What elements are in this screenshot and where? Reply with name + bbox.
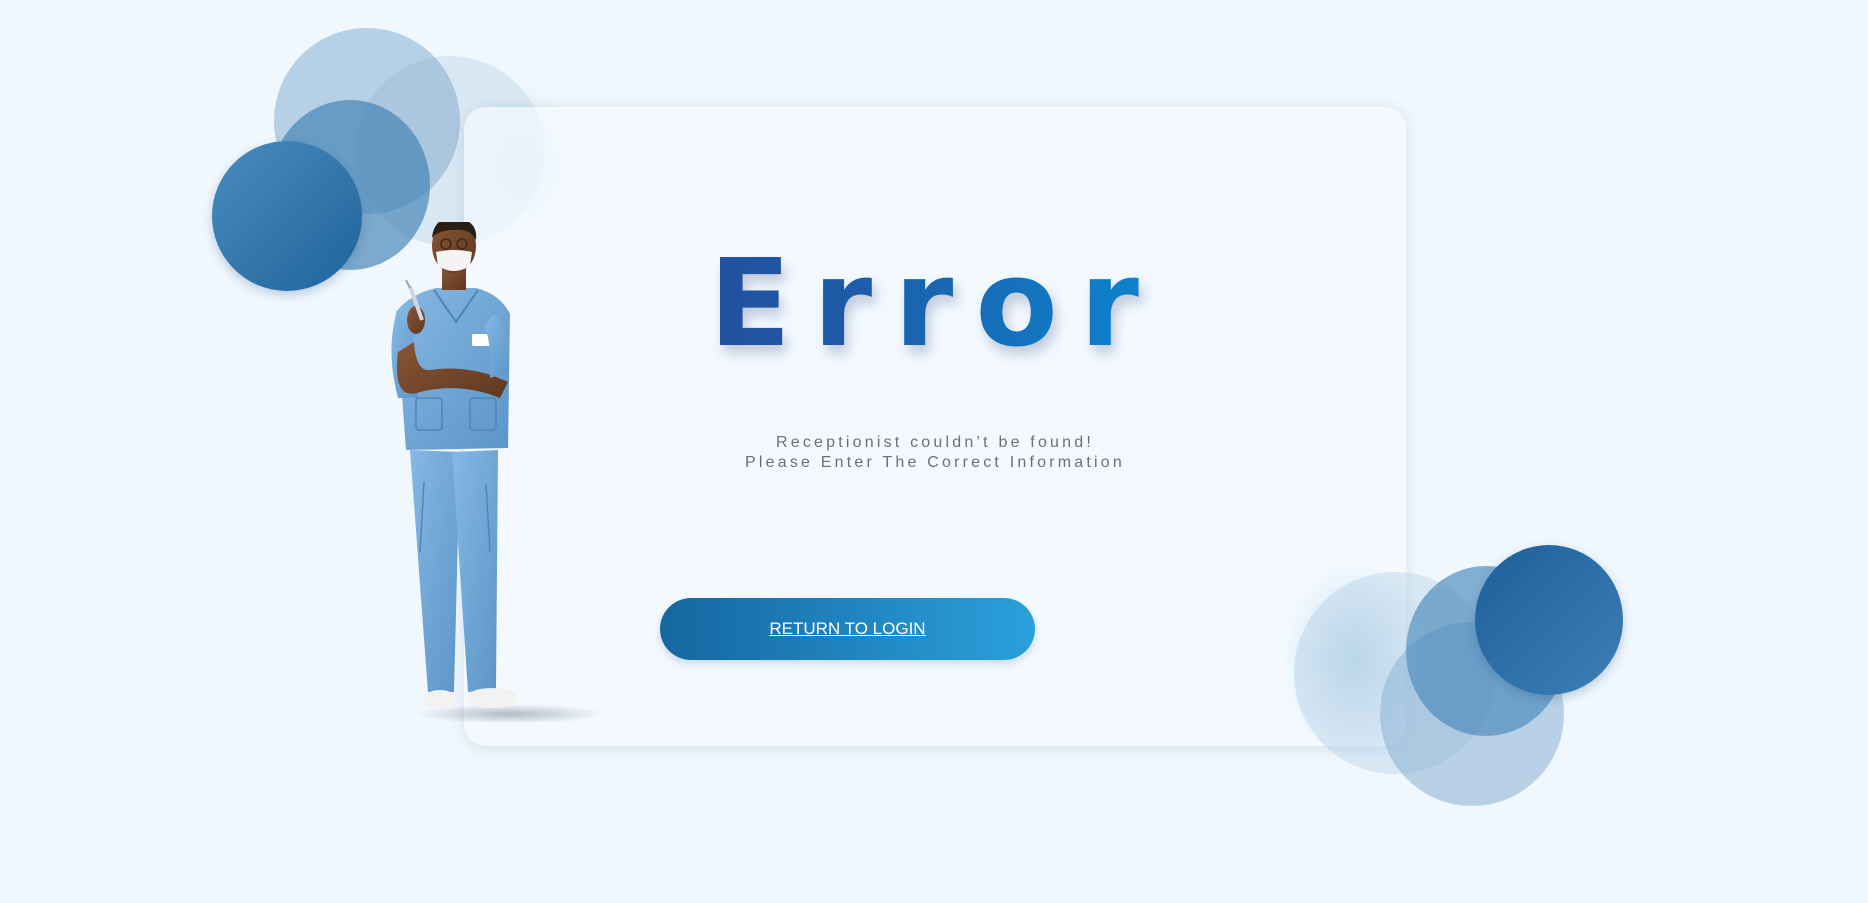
decorative-circle	[212, 141, 362, 291]
error-message: Receptionist couldn’t be found! Please E…	[464, 433, 1406, 473]
error-title: Error	[464, 235, 1406, 375]
decorative-glow	[1280, 560, 1430, 760]
decorative-circle	[1475, 545, 1623, 695]
error-page: Error Receptionist couldn’t be found! Pl…	[0, 0, 1868, 903]
error-message-line: Please Enter The Correct Information	[745, 454, 1125, 471]
error-message-line: Receptionist couldn’t be found!	[775, 434, 1094, 451]
return-to-login-button[interactable]: RETURN TO LOGIN	[660, 598, 1035, 660]
